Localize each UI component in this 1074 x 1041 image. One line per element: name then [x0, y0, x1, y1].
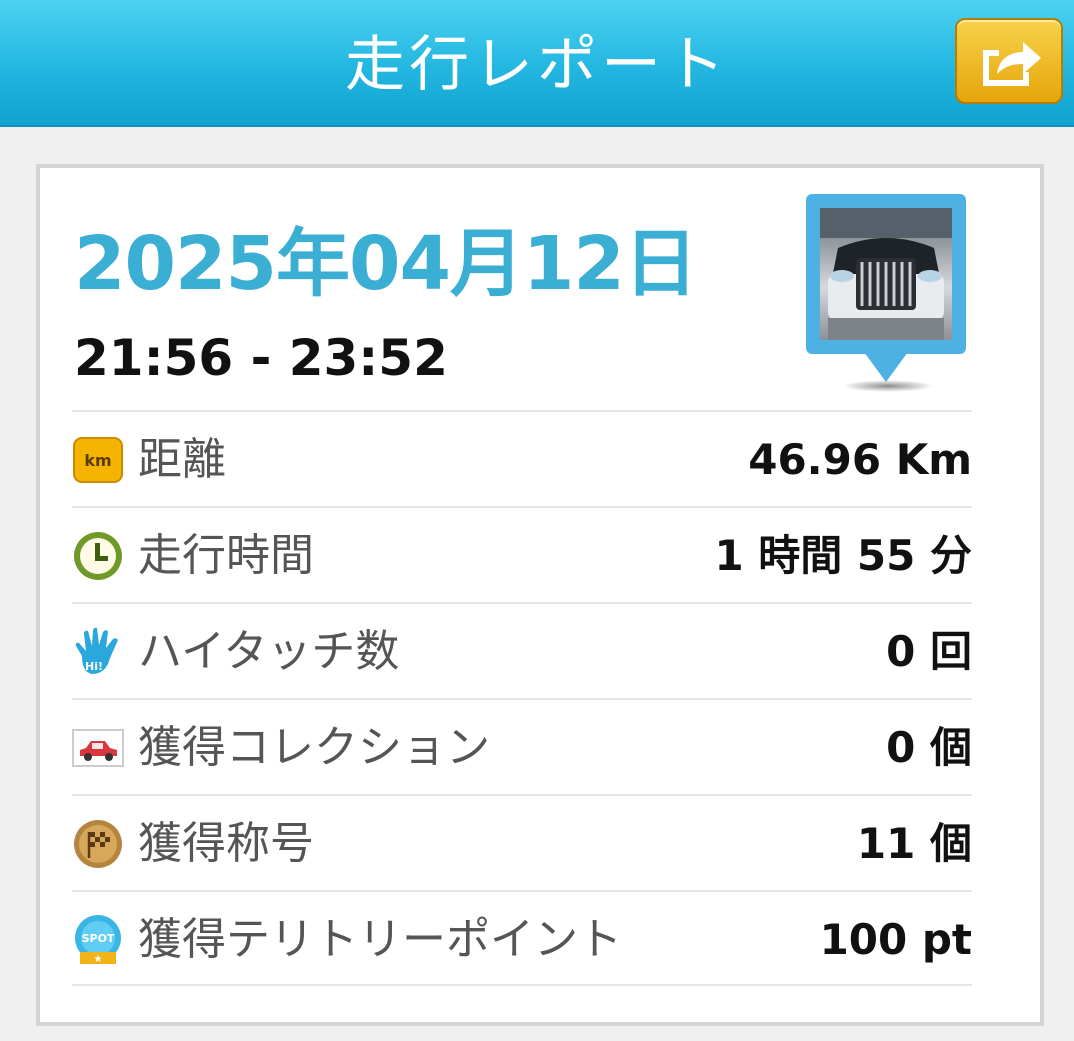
- stat-value: 100 pt: [819, 915, 972, 964]
- report-date: 2025年04月12日: [74, 221, 698, 307]
- report-time-range: 21:56 - 23:52: [74, 329, 448, 387]
- share-icon: [983, 42, 1041, 86]
- car-pin-frame: [806, 194, 966, 354]
- car-card-icon: [72, 729, 124, 767]
- car-photo: [820, 208, 952, 340]
- stat-label: ハイタッチ数: [138, 626, 400, 677]
- drive-report-card: 2025年04月12日 21:56 - 23:52 km 距離 46.96 Km…: [36, 164, 1044, 1026]
- stat-value: 11 個: [856, 819, 972, 868]
- stat-value: 1 時間 55 分: [714, 531, 972, 580]
- stat-row-drive-time: 走行時間 1 時間 55 分: [72, 506, 972, 602]
- car-map-pin[interactable]: [806, 194, 972, 394]
- app-header: 走行レポート: [0, 0, 1074, 127]
- stat-label: 獲得コレクション: [138, 722, 490, 773]
- stat-label: 距離: [138, 434, 226, 485]
- pin-tail: [864, 352, 908, 382]
- stat-value: 0 回: [886, 627, 972, 676]
- stat-label: 獲得称号: [138, 818, 314, 869]
- pin-shadow: [842, 380, 934, 392]
- share-button[interactable]: [955, 18, 1063, 104]
- stat-row-high-five: Hi! ハイタッチ数 0 回: [72, 602, 972, 698]
- svg-text:SPOT: SPOT: [82, 932, 115, 945]
- stat-value: 46.96 Km: [748, 435, 972, 484]
- stat-row-distance: km 距離 46.96 Km: [72, 410, 972, 506]
- svg-text:★: ★: [94, 954, 103, 965]
- km-icon: km: [73, 437, 123, 483]
- spot-badge-icon: SPOT ★: [75, 915, 121, 965]
- svg-text:km: km: [84, 451, 111, 470]
- page-title: 走行レポート: [345, 30, 729, 100]
- clock-icon: [74, 532, 122, 580]
- stat-label: 走行時間: [138, 530, 314, 581]
- high-five-hand-icon: Hi!: [75, 627, 118, 674]
- stat-row-territory-points: SPOT ★ 獲得テリトリーポイント 100 pt: [72, 890, 972, 986]
- svg-text:Hi!: Hi!: [85, 660, 103, 673]
- stat-row-titles: 獲得称号 11 個: [72, 794, 972, 890]
- stat-value: 0 個: [886, 723, 972, 772]
- stat-row-collection: 獲得コレクション 0 個: [72, 698, 972, 794]
- stats-list: km 距離 46.96 Km 走行時間 1 時間 55 分 Hi! ハイタッチ数…: [72, 410, 972, 986]
- checkered-flag-medal-icon: [74, 820, 122, 868]
- stat-label: 獲得テリトリーポイント: [138, 914, 622, 965]
